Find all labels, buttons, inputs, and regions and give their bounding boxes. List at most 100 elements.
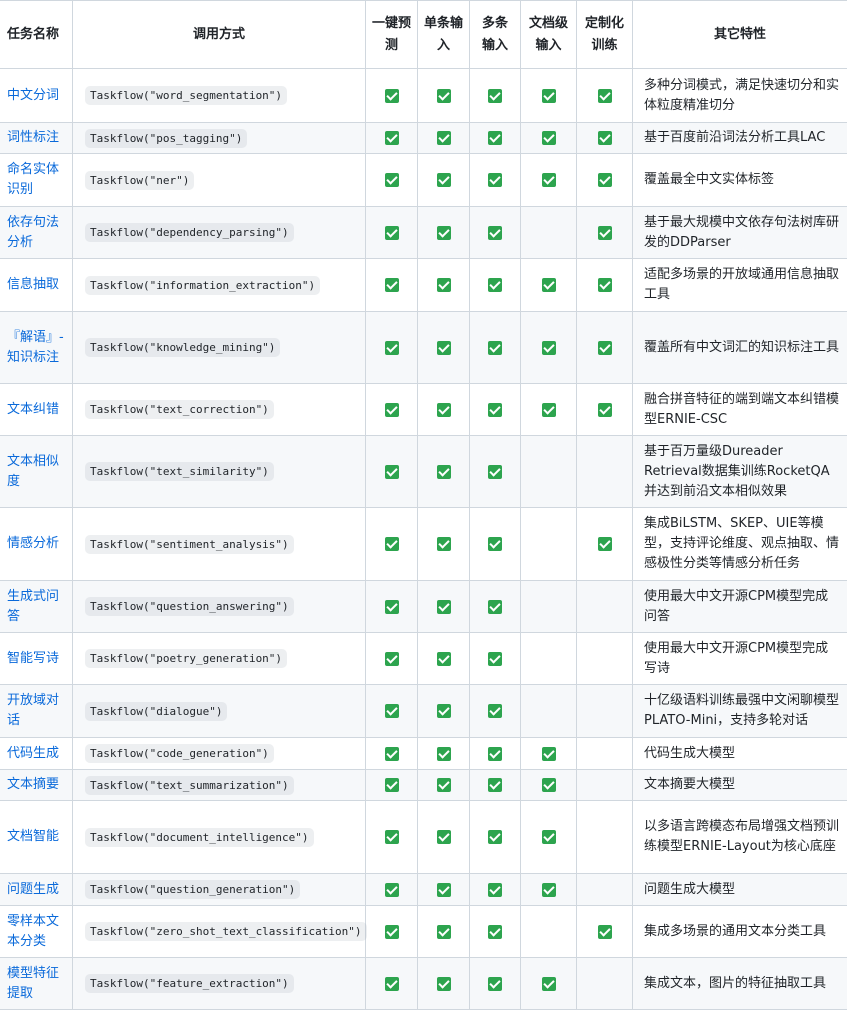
checkmark-icon	[488, 778, 502, 792]
task-name-link[interactable]: 文本相似度	[0, 436, 73, 508]
call-method-cell: Taskflow("question_answering")	[73, 581, 366, 633]
capability-cell	[521, 801, 577, 874]
taskflow-call-code: Taskflow("ner")	[85, 171, 194, 190]
feature-description: 集成文本，图片的特征抽取工具	[633, 958, 847, 1010]
task-name-link[interactable]: 依存句法分析	[0, 207, 73, 259]
checkmark-icon	[542, 830, 556, 844]
task-name-link[interactable]: 词性标注	[0, 123, 73, 154]
header-custom-training: 定制化训练	[577, 1, 633, 69]
capability-cell	[418, 312, 470, 384]
table-row: 中文分词Taskflow("word_segmentation")多种分词模式，…	[0, 69, 847, 123]
capability-cell	[470, 906, 521, 958]
task-name-link[interactable]: 『解语』-知识标注	[0, 312, 73, 384]
capability-cell	[366, 874, 418, 906]
table-body: 中文分词Taskflow("word_segmentation")多种分词模式，…	[0, 69, 847, 1010]
task-name-link[interactable]: 中文分词	[0, 69, 73, 123]
checkmark-icon	[488, 830, 502, 844]
checkmark-icon	[542, 778, 556, 792]
capability-cell	[418, 384, 470, 436]
task-name-link[interactable]: 信息抽取	[0, 259, 73, 312]
taskflow-call-code: Taskflow("document_intelligence")	[85, 828, 314, 847]
call-method-cell: Taskflow("document_intelligence")	[73, 801, 366, 874]
capability-cell	[521, 738, 577, 770]
capability-cell	[577, 123, 633, 154]
checkmark-icon	[542, 341, 556, 355]
checkmark-icon	[437, 537, 451, 551]
header-call-method: 调用方式	[73, 1, 366, 69]
capability-cell	[577, 154, 633, 207]
capability-cell	[577, 958, 633, 1010]
task-name-link[interactable]: 代码生成	[0, 738, 73, 770]
checkmark-icon	[385, 403, 399, 417]
task-name-link[interactable]: 开放域对话	[0, 685, 73, 738]
capability-cell	[577, 685, 633, 738]
checkmark-icon	[598, 226, 612, 240]
taskflow-call-code: Taskflow("question_generation")	[85, 880, 300, 899]
header-one-key-predict: 一键预测	[366, 1, 418, 69]
checkmark-icon	[542, 977, 556, 991]
capability-cell	[470, 685, 521, 738]
capability-cell	[418, 581, 470, 633]
task-name-link[interactable]: 文本纠错	[0, 384, 73, 436]
feature-description: 以多语言跨模态布局增强文档预训练模型ERNIE-Layout为核心底座	[633, 801, 847, 874]
checkmark-icon	[437, 883, 451, 897]
task-name-link[interactable]: 情感分析	[0, 508, 73, 581]
call-method-cell: Taskflow("text_correction")	[73, 384, 366, 436]
capability-cell	[521, 633, 577, 685]
feature-description: 文本摘要大模型	[633, 770, 847, 801]
taskflow-call-code: Taskflow("feature_extraction")	[85, 974, 294, 993]
capability-cell	[418, 259, 470, 312]
table-row: 模型特征提取 Taskflow("feature_extraction") 集成文本…	[0, 958, 847, 1010]
checkmark-icon	[437, 977, 451, 991]
task-name-link[interactable]: 模型特征提取	[0, 958, 73, 1010]
table-row: 代码生成Taskflow("code_generation") 代码生成大模型	[0, 738, 847, 770]
call-method-cell: Taskflow("dependency_parsing")	[73, 207, 366, 259]
task-name-link[interactable]: 零样本文本分类	[0, 906, 73, 958]
capability-cell	[418, 874, 470, 906]
task-name-link[interactable]: 文本摘要	[0, 770, 73, 801]
task-name-link[interactable]: 命名实体识别	[0, 154, 73, 207]
feature-description: 使用最大中文开源CPM模型完成写诗	[633, 633, 847, 685]
checkmark-icon	[542, 403, 556, 417]
capability-cell	[470, 384, 521, 436]
taskflow-call-code: Taskflow("text_correction")	[85, 400, 274, 419]
task-name-link[interactable]: 生成式问答	[0, 581, 73, 633]
capability-cell	[366, 581, 418, 633]
checkmark-icon	[542, 173, 556, 187]
checkmark-icon	[385, 600, 399, 614]
checkmark-icon	[488, 652, 502, 666]
capability-cell	[577, 581, 633, 633]
capability-cell	[470, 123, 521, 154]
checkmark-icon	[385, 226, 399, 240]
checkmark-icon	[437, 173, 451, 187]
task-name-link[interactable]: 问题生成	[0, 874, 73, 906]
table-row: 零样本文本分类Taskflow("zero_shot_text_classifi…	[0, 906, 847, 958]
checkmark-icon	[437, 465, 451, 479]
checkmark-icon	[437, 652, 451, 666]
capability-cell	[418, 906, 470, 958]
checkmark-icon	[542, 747, 556, 761]
checkmark-icon	[488, 278, 502, 292]
checkmark-icon	[598, 925, 612, 939]
call-method-cell: Taskflow("code_generation")	[73, 738, 366, 770]
feature-description: 代码生成大模型	[633, 738, 847, 770]
checkmark-icon	[542, 89, 556, 103]
capability-cell	[366, 770, 418, 801]
task-name-link[interactable]: 智能写诗	[0, 633, 73, 685]
capability-cell	[366, 312, 418, 384]
checkmark-icon	[385, 341, 399, 355]
taskflow-call-code: Taskflow("text_similarity")	[85, 462, 274, 481]
feature-description: 问题生成大模型	[633, 874, 847, 906]
checkmark-icon	[437, 131, 451, 145]
capability-cell	[470, 436, 521, 508]
call-method-cell: Taskflow("zero_shot_text_classification"…	[73, 906, 366, 958]
checkmark-icon	[488, 977, 502, 991]
checkmark-icon	[598, 278, 612, 292]
capability-cell	[418, 436, 470, 508]
table-row: 依存句法分析Taskflow("dependency_parsing")基于最大…	[0, 207, 847, 259]
checkmark-icon	[437, 600, 451, 614]
taskflow-call-code: Taskflow("pos_tagging")	[85, 129, 247, 148]
task-name-link[interactable]: 文档智能	[0, 801, 73, 874]
capability-cell	[366, 958, 418, 1010]
capability-cell	[521, 770, 577, 801]
